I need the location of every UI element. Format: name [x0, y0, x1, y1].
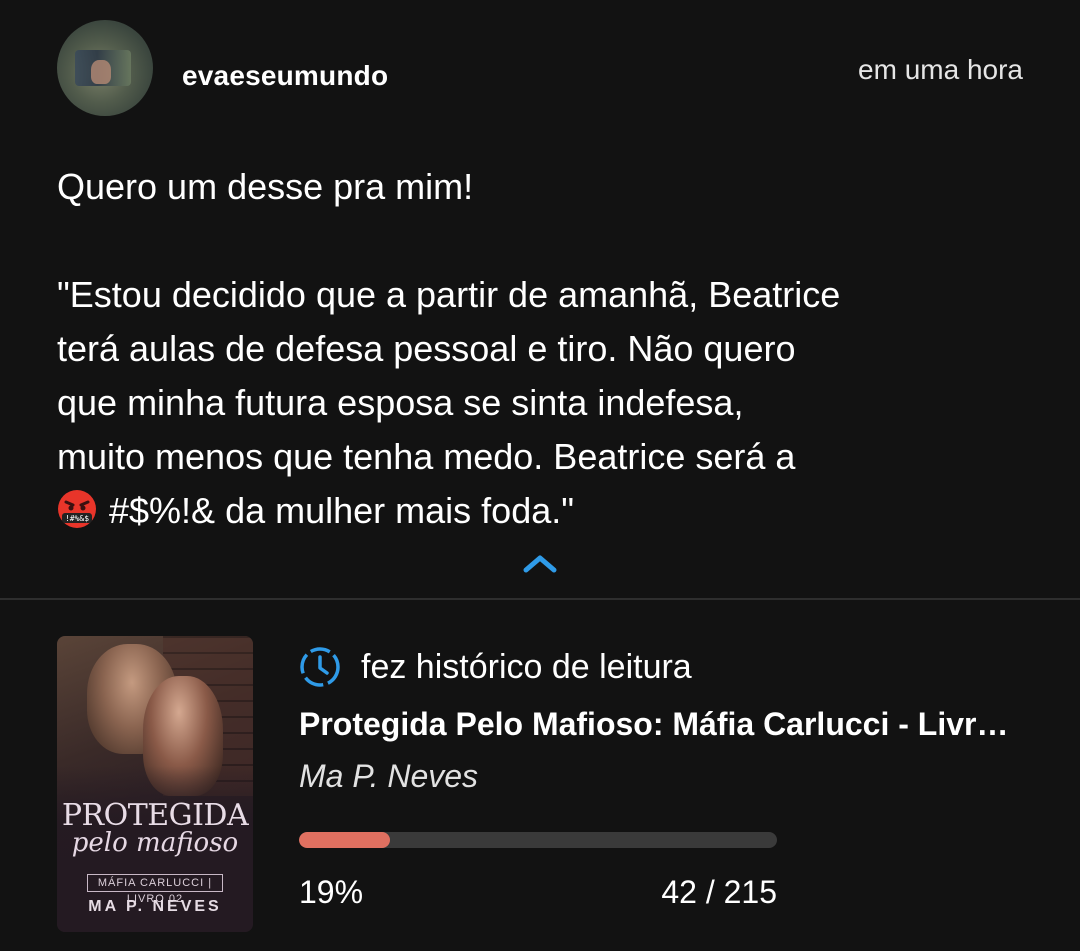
progress-pages: 42 / 215 — [661, 874, 777, 910]
book-author[interactable]: Ma P. Neves — [299, 758, 478, 795]
avatar-image-figure — [91, 60, 111, 84]
activity-label: fez histórico de leitura — [361, 648, 692, 686]
emoji-symbols: !#%&$ — [65, 514, 89, 523]
book-cover[interactable]: PROTEGIDA pelo mafioso MÁFIA CARLUCCI | … — [57, 636, 253, 932]
quote-line: terá aulas de defesa pessoal e tiro. Não… — [57, 328, 796, 369]
quote-line: "Estou decidido que a partir de amanhã, … — [57, 274, 841, 315]
quote-line: muito menos que tenha medo. Beatrice ser… — [57, 436, 796, 477]
quote-line-text: #$%!& da mulher mais foda." — [109, 490, 575, 531]
clock-history-icon — [300, 647, 340, 687]
avatar[interactable] — [57, 20, 153, 116]
cover-author: MA P. NEVES — [88, 898, 222, 915]
username-link[interactable]: evaeseumundo — [182, 60, 388, 92]
activity-header: fez histórico de leitura — [299, 646, 999, 688]
book-title[interactable]: Protegida Pelo Mafioso: Máfia Carlucci -… — [299, 706, 1019, 743]
cover-subtitle: pelo mafioso — [71, 828, 239, 858]
collapse-chevron-up-icon[interactable] — [522, 552, 558, 576]
reading-progress-fill — [299, 832, 390, 848]
cursing-face-icon: !#%&$ — [58, 490, 96, 528]
quote-line: que minha futura esposa se sinta indefes… — [57, 382, 744, 423]
reading-progress-bar — [299, 832, 777, 848]
post-timestamp: em uma hora — [858, 54, 1023, 85]
post-header: evaeseumundo em uma hora — [57, 20, 1023, 120]
divider — [0, 598, 1080, 600]
post-line: Quero um desse pra mim! — [57, 166, 474, 207]
progress-percent: 19% — [299, 874, 364, 910]
quote-line-with-emoji: !#%&$ #$%!& da mulher mais foda." — [57, 484, 1037, 538]
cover-series: MÁFIA CARLUCCI | LIVRO 02 — [87, 874, 223, 905]
post-text: Quero um desse pra mim! "Estou decidido … — [57, 160, 1037, 538]
reading-activity-card[interactable]: PROTEGIDA pelo mafioso MÁFIA CARLUCCI | … — [57, 636, 1027, 936]
